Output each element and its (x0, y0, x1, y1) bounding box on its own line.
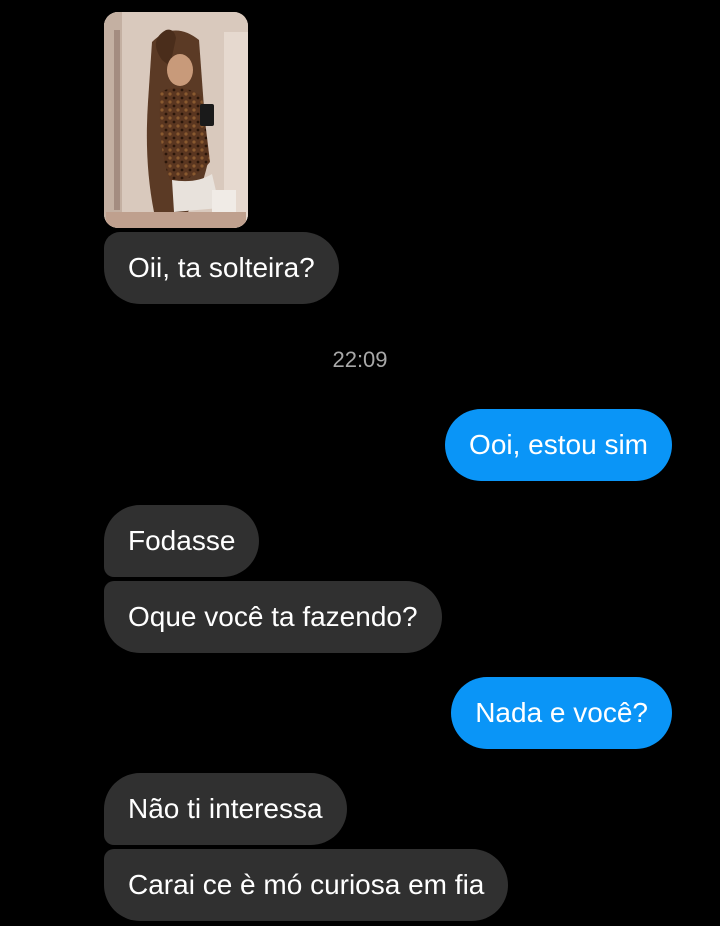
message-incoming[interactable]: Não ti interessa (104, 773, 347, 845)
shared-photo[interactable] (104, 12, 248, 228)
photo-image (104, 12, 248, 228)
message-incoming[interactable]: Oque você ta fazendo? (104, 581, 442, 653)
message-thread: Oii, ta solteira? 22:09 Ooi, estou sim F… (0, 0, 720, 926)
message-incoming[interactable]: Oii, ta solteira? (104, 232, 339, 304)
message-outgoing[interactable]: Nada e você? (451, 677, 672, 749)
message-incoming[interactable]: Fodasse (104, 505, 260, 577)
message-outgoing[interactable]: Ooi, estou sim (445, 409, 672, 481)
message-incoming[interactable]: Carai ce è mó curiosa em fia (104, 849, 509, 921)
time-divider: 22:09 (332, 347, 388, 372)
